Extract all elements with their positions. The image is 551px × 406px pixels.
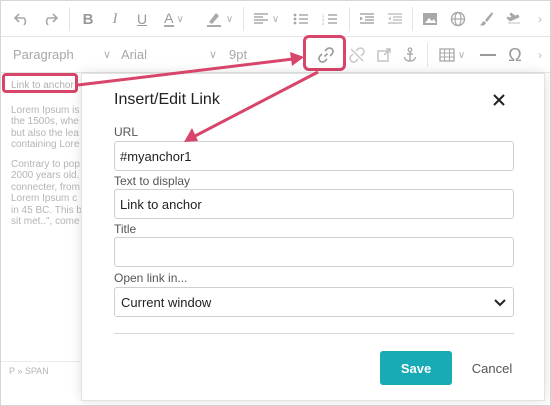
paragraph-1: Lorem Ipsum is the 1500s, whe but also t… [11,104,80,151]
toolbar-row-1: B I U A ∨ ∨ ∨ 123 › [1,1,550,37]
insert-link-dialog: Insert/Edit Link URL Text to display Tit… [81,73,545,401]
status-path[interactable]: P » SPAN [9,366,49,376]
brush-icon[interactable] [475,7,497,31]
horizontal-line-icon[interactable] [477,43,499,67]
globe-icon[interactable] [447,7,469,31]
bullet-list-icon[interactable] [290,7,312,31]
anchor-highlight-box [2,73,78,93]
paragraph-2: Contrary to pop 2000 years old. connecte… [11,158,82,228]
title-label: Title [114,222,137,236]
close-icon[interactable] [487,88,511,112]
size-label: 9pt [229,46,248,62]
svg-text:3: 3 [322,21,325,25]
highlight-color-icon[interactable]: ∨ [201,7,237,31]
open-link-in-select[interactable]: Current window [114,287,514,317]
chevron-down-icon [494,296,506,311]
font-label: Arial [121,46,148,62]
anchor-icon[interactable] [399,43,421,67]
size-dropdown[interactable]: 9pt [229,43,289,65]
open-link-in-label: Open link in... [114,271,188,285]
editor-content[interactable]: Link to anchor Lorem Ipsum is the 1500s,… [11,77,86,236]
overflow-icon[interactable]: › [531,7,549,31]
outdent-icon[interactable] [384,7,406,31]
link-button-highlight-box [303,35,346,71]
chevron-down-icon: ∨ [208,48,217,61]
unlink-icon[interactable] [346,43,368,67]
image-icon[interactable] [419,7,441,31]
align-icon[interactable]: ∨ [251,7,281,31]
open-link-icon[interactable] [373,43,395,67]
dialog-title: Insert/Edit Link [114,91,220,108]
indent-icon[interactable] [356,7,378,31]
dialog-divider [114,333,514,334]
redo-icon[interactable] [39,7,61,31]
save-button[interactable]: Save [380,351,452,385]
paragraph-label: Paragraph [13,46,74,62]
toolbar-row-2: Paragraph ∨ Arial ∨ 9pt ∨ Ω › [1,37,550,73]
underline-icon[interactable]: U [133,7,151,31]
table-icon[interactable]: ∨ [435,43,469,67]
url-label: URL [114,125,139,139]
cancel-button[interactable]: Cancel [462,351,522,385]
text-color-icon[interactable]: A ∨ [159,7,189,31]
font-dropdown[interactable]: Arial ∨ [121,43,217,65]
bold-icon[interactable]: B [79,7,97,31]
special-char-icon[interactable]: Ω [504,43,526,67]
overflow-icon-2[interactable]: › [531,43,549,67]
italic-icon[interactable]: I [106,7,124,31]
undo-icon[interactable] [11,7,33,31]
url-input[interactable] [114,141,514,171]
paragraph-dropdown[interactable]: Paragraph ∨ [13,43,111,65]
chevron-down-icon: ∨ [102,48,111,61]
plane-icon[interactable] [503,7,525,31]
text-to-display-input[interactable] [114,189,514,219]
numbered-list-icon[interactable]: 123 [319,7,341,31]
text-to-display-label: Text to display [114,174,191,188]
open-link-in-value: Current window [121,294,212,310]
title-input[interactable] [114,237,514,267]
